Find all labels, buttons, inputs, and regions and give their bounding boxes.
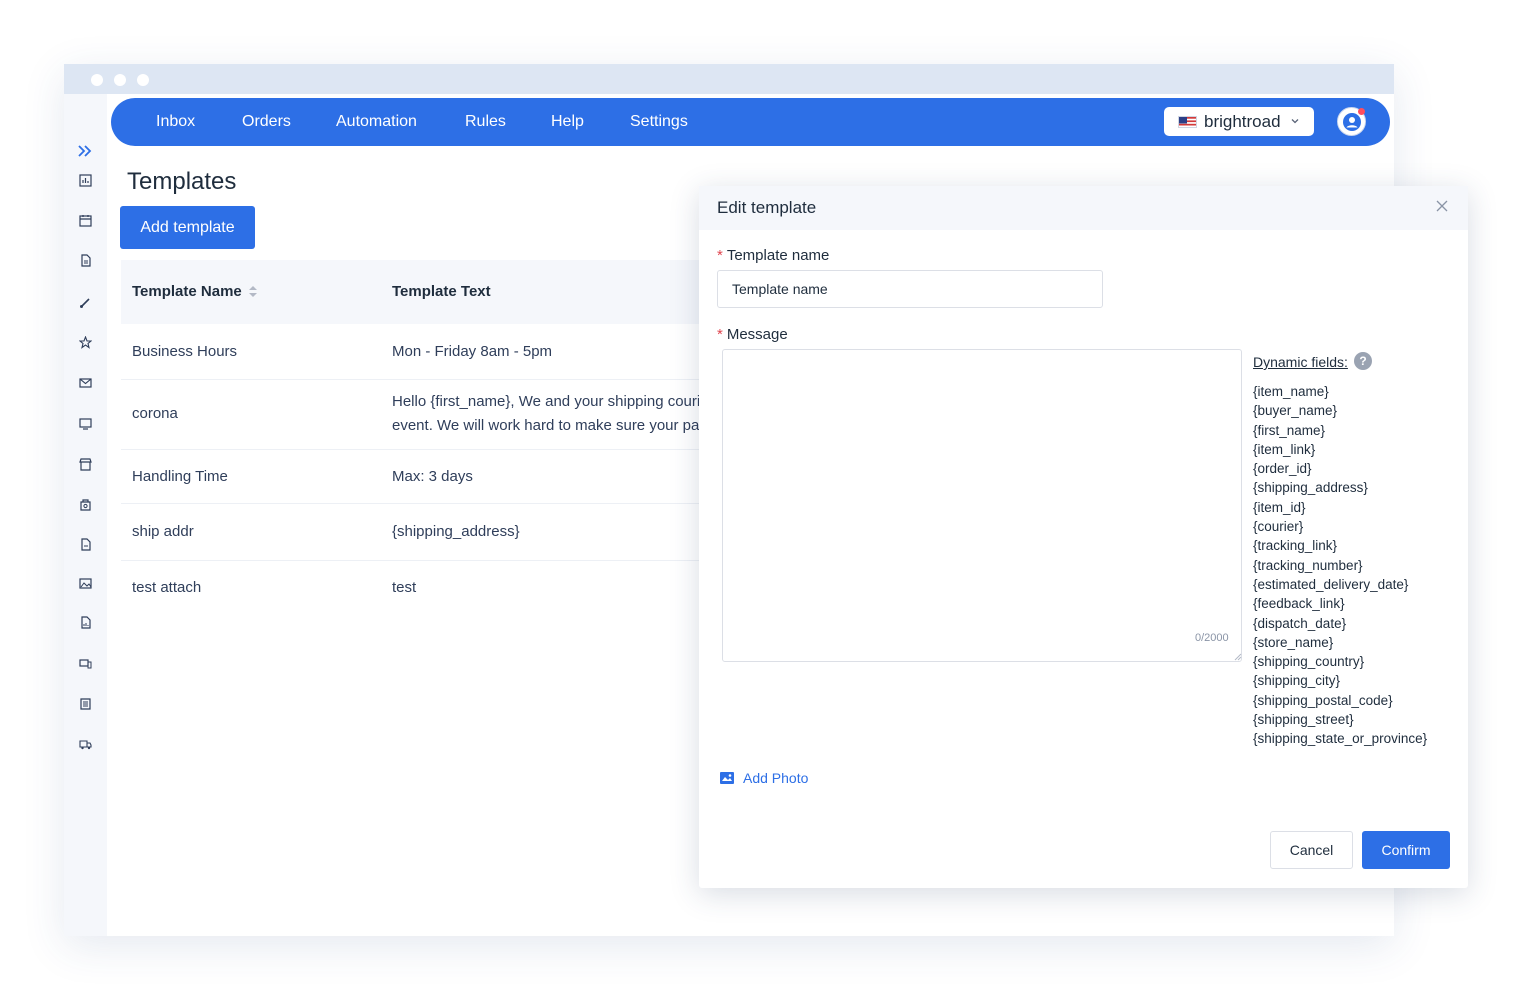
dynamic-fields-list: {item_name} {buyer_name} {first_name} {i… [1253,382,1427,749]
row-name: corona [132,405,178,422]
dynamic-field[interactable]: {tracking_number} [1253,556,1427,575]
chevron-down-icon [1291,119,1299,124]
table-row[interactable]: Business Hours Mon - Friday 8am - 5pm [121,324,741,380]
modal-title: Edit template [717,198,817,217]
dynamic-field[interactable]: {feedback_link} [1253,594,1427,613]
table-row[interactable]: ship addr {shipping_address} [121,504,741,561]
cancel-button[interactable]: Cancel [1270,831,1353,869]
close-icon[interactable] [1436,200,1448,212]
report-icon[interactable] [77,614,94,631]
store-name: brightroad [1204,111,1281,131]
row-name: test attach [132,579,202,596]
nav-settings[interactable]: Settings [630,112,688,132]
nav-orders[interactable]: Orders [242,112,291,132]
dynamic-field[interactable]: {shipping_address} [1253,478,1427,497]
nav-rules[interactable]: Rules [465,112,506,132]
bag-search-icon[interactable] [77,496,94,513]
document-icon[interactable] [77,252,94,269]
store-selector[interactable]: brightroad [1164,107,1314,136]
header-template-name[interactable]: Template Name [132,283,242,300]
add-photo-label: Add Photo [743,770,809,786]
row-text: Hello {first_name}, We and your shipping… [392,393,699,410]
image-icon[interactable] [77,575,94,592]
store-icon[interactable] [77,456,94,473]
row-name: Handling Time [132,468,228,485]
add-template-button[interactable]: Add template [120,206,255,249]
table-row[interactable]: Handling Time Max: 3 days [121,450,741,504]
edit-template-modal: Edit template *Template name *Message 0/… [699,186,1468,888]
page-title: Templates [127,168,237,195]
notification-badge [1358,108,1365,115]
table-row[interactable]: corona Hello {first_name}, We and your s… [121,380,741,450]
header-template-text: Template Text [392,283,491,300]
sort-icon[interactable] [248,284,258,299]
expand-sidebar-icon[interactable] [74,140,96,162]
mail-icon[interactable] [77,374,94,391]
dynamic-field[interactable]: {shipping_state_or_province} [1253,729,1427,748]
dynamic-field[interactable]: {item_link} [1253,440,1427,459]
calendar-icon[interactable] [77,212,94,229]
top-navbar: Inbox Orders Automation Rules Help Setti… [111,98,1390,146]
monitor-icon[interactable] [77,415,94,432]
dynamic-fields-title: Dynamic fields: [1253,354,1348,370]
devices-icon[interactable] [77,655,94,672]
help-icon[interactable]: ? [1354,352,1372,370]
dynamic-field[interactable]: {order_id} [1253,459,1427,478]
dynamic-field[interactable]: {courier} [1253,517,1427,536]
truck-icon[interactable] [77,736,94,753]
table-row[interactable]: test attach test [121,561,741,615]
clipboard-icon[interactable] [77,695,94,712]
dynamic-field[interactable]: {estimated_delivery_date} [1253,575,1427,594]
dynamic-field[interactable]: {shipping_city} [1253,671,1427,690]
template-name-label: * Template name [717,247,829,264]
nav-automation[interactable]: Automation [336,112,417,132]
dynamic-field[interactable]: {store_name} [1253,633,1427,652]
template-name-input[interactable] [717,270,1103,308]
file-icon[interactable] [77,536,94,553]
row-text-line2: event. We will work hard to make sure yo… [392,417,699,434]
dynamic-field[interactable]: {tracking_link} [1253,536,1427,555]
dynamic-field[interactable]: {buyer_name} [1253,401,1427,420]
character-counter: 0/2000 [1195,632,1229,644]
sidebar [64,94,107,936]
message-label: * Message [717,326,788,343]
message-label-text: Message [726,326,788,343]
dynamic-field[interactable]: {shipping_postal_code} [1253,691,1427,710]
resize-grip-icon[interactable] [1234,653,1242,661]
dynamic-field[interactable]: {first_name} [1253,421,1427,440]
window-dot-maximize[interactable] [137,74,149,86]
dynamic-field[interactable]: {item_id} [1253,498,1427,517]
message-textarea[interactable] [722,349,1242,662]
confirm-button[interactable]: Confirm [1362,831,1450,869]
row-text: {shipping_address} [392,523,520,540]
user-icon [1342,112,1361,131]
dynamic-field[interactable]: {shipping_country} [1253,652,1427,671]
required-marker: * [717,326,723,343]
dynamic-field[interactable]: {shipping_street} [1253,710,1427,729]
row-text: test [392,579,417,596]
dashboard-chart-icon[interactable] [77,172,94,189]
window-titlebar [64,64,1394,94]
us-flag-icon [1178,115,1197,128]
modal-header: Edit template [699,186,1468,230]
row-name: ship addr [132,523,194,540]
star-icon[interactable] [77,334,94,351]
required-marker: * [717,247,723,264]
nav-help[interactable]: Help [551,112,584,132]
window-dot-close[interactable] [91,74,103,86]
photo-icon [720,772,734,784]
table-header: Template Name Template Text [121,260,741,324]
dynamic-field[interactable]: {item_name} [1253,382,1427,401]
row-text: Mon - Friday 8am - 5pm [392,343,553,360]
window-dot-minimize[interactable] [114,74,126,86]
dynamic-field[interactable]: {dispatch_date} [1253,614,1427,633]
brush-icon[interactable] [77,294,94,311]
user-avatar[interactable] [1337,107,1366,136]
row-name: Business Hours [132,343,238,360]
row-text: Max: 3 days [392,468,473,485]
nav-inbox[interactable]: Inbox [156,112,195,132]
add-photo-link[interactable]: Add Photo [719,770,808,786]
template-name-label-text: Template name [726,247,830,264]
